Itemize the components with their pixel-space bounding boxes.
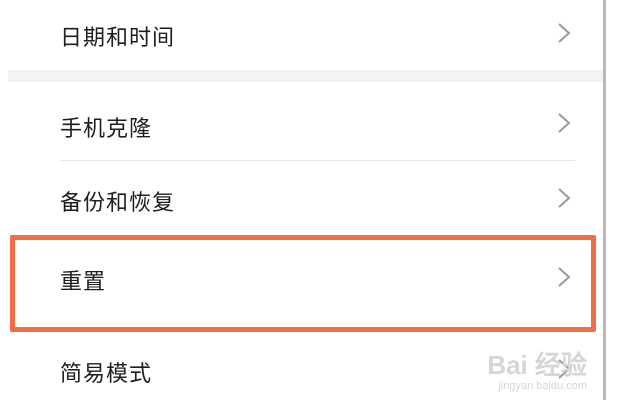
highlight-box bbox=[10, 235, 596, 332]
watermark: Bai 经验 jingyan.baidu.com bbox=[487, 345, 587, 392]
settings-item-date-time[interactable]: 日期和时间 bbox=[0, 0, 605, 70]
settings-item-backup-restore[interactable]: 备份和恢复 bbox=[0, 161, 605, 235]
settings-item-label: 日期和时间 bbox=[60, 26, 176, 51]
settings-item-label: 手机克隆 bbox=[60, 117, 153, 142]
scrollbar[interactable] bbox=[603, 0, 606, 400]
watermark-brand: Bai 经验 bbox=[487, 350, 587, 380]
watermark-url: jingyan.baidu.com bbox=[498, 380, 587, 392]
chevron-right-icon bbox=[556, 187, 572, 209]
chevron-right-icon bbox=[556, 112, 572, 134]
section-gap bbox=[8, 70, 605, 82]
settings-item-phone-clone[interactable]: 手机克隆 bbox=[0, 82, 605, 160]
settings-item-label: 简易模式 bbox=[60, 362, 153, 387]
settings-screen: 日期和时间 手机克隆 备份和恢复 重置 简易模式 Bai 经验 jingyan.… bbox=[0, 0, 617, 400]
settings-item-label: 备份和恢复 bbox=[60, 191, 176, 216]
chevron-right-icon bbox=[556, 22, 572, 44]
